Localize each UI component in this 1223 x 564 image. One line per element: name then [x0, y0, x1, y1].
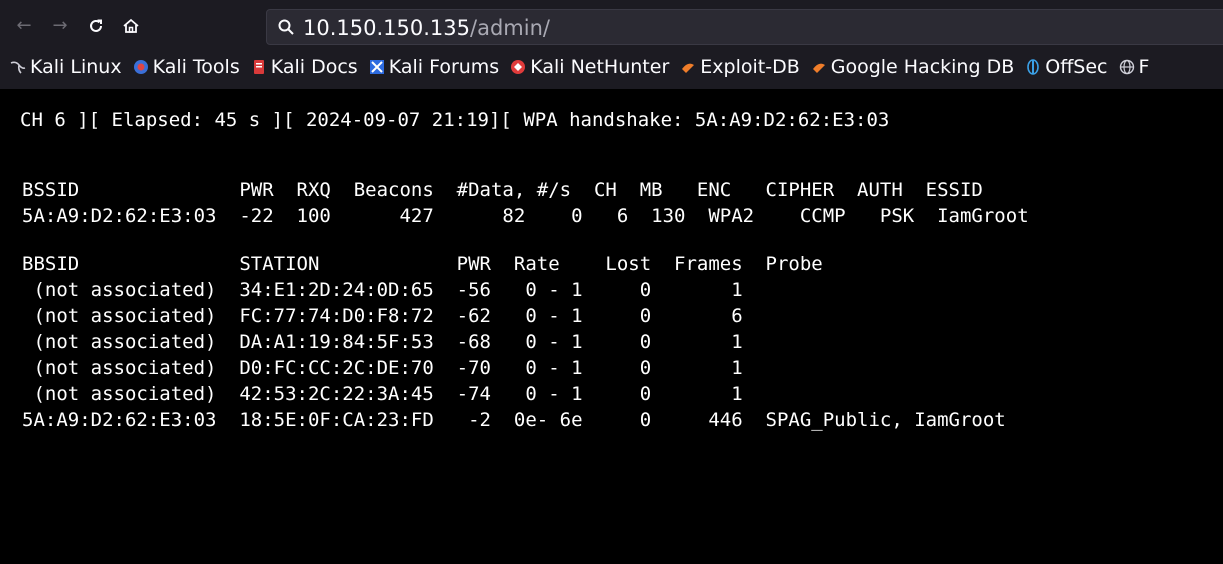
bookmark-label: Kali Tools [152, 55, 240, 78]
back-arrow-icon[interactable]: ← [10, 12, 38, 40]
kali-forums-icon [369, 59, 384, 74]
station-table-row: (not associated) 34:E1:2D:24:0D:65 -56 0… [22, 279, 743, 301]
url-path: /admin/ [470, 16, 550, 40]
url-text: 10.150.150.135/admin/ [303, 16, 550, 40]
ap-table-header: BSSID PWR RXQ Beacons #Data, #/s CH MB E… [22, 179, 983, 201]
status-line: CH 6 ][ Elapsed: 45 s ][ 2024-09-07 21:1… [20, 109, 890, 131]
station-table-row: (not associated) FC:77:74:D0:F8:72 -62 0… [22, 305, 743, 327]
bookmark-label: Kali Docs [270, 55, 358, 78]
station-table-header: BBSID STATION PWR Rate Lost Frames Probe [22, 253, 823, 275]
forward-arrow-icon[interactable]: → [46, 12, 74, 40]
bookmark-label: F [1138, 55, 1150, 78]
kali-tools-icon [133, 59, 148, 74]
station-table-row: (not associated) DA:A1:19:84:5F:53 -68 0… [22, 331, 743, 353]
kali-nethunter-icon [511, 59, 526, 74]
bookmark-kali-forums[interactable]: Kali Forums [369, 55, 500, 78]
kali-docs-icon [253, 59, 264, 74]
bookmark-overflow[interactable]: F [1119, 55, 1150, 78]
exploit-db-icon [682, 63, 695, 73]
navigation-bar: ← → 10.150.150.135/admin/ [0, 4, 1223, 48]
reload-icon[interactable] [82, 12, 110, 40]
bookmark-kali-docs[interactable]: Kali Docs [251, 56, 358, 78]
bookmark-kali-nethunter[interactable]: Kali NetHunter [510, 56, 669, 78]
search-icon [278, 19, 294, 35]
bookmark-label: Google Hacking DB [830, 55, 1015, 78]
home-icon[interactable] [117, 12, 145, 40]
url-host: 10.150.150.135 [303, 16, 470, 40]
offsec-icon [1027, 58, 1040, 75]
station-table-row: (not associated) 42:53:2C:22:3A:45 -74 0… [22, 383, 743, 405]
bookmark-exploit-db[interactable]: Exploit-DB [680, 55, 800, 78]
google-hacking-db-icon [812, 63, 825, 73]
terminal-output[interactable]: CH 6 ][ Elapsed: 45 s ][ 2024-09-07 21:1… [0, 89, 1223, 564]
station-table-row: 5A:A9:D2:62:E3:03 18:5E:0F:CA:23:FD -2 0… [22, 409, 1006, 431]
bookmark-label: Kali Forums [388, 55, 500, 78]
address-bar[interactable]: 10.150.150.135/admin/ [266, 9, 1223, 45]
bookmark-kali-linux[interactable]: Kali Linux [10, 56, 122, 78]
bookmarks-toolbar: Kali Linux Kali Tools Kali Docs Kali Forums… [10, 55, 1160, 83]
bookmark-label: OffSec [1045, 55, 1108, 78]
station-table-row: (not associated) D0:FC:CC:2C:DE:70 -70 0… [22, 357, 743, 379]
bookmark-google-hacking-db[interactable]: Google Hacking DB [811, 55, 1015, 78]
bookmark-label: Kali Linux [30, 55, 122, 78]
bookmark-label: Exploit-DB [700, 55, 800, 78]
ap-table-row: 5A:A9:D2:62:E3:03 -22 100 427 82 0 6 130… [22, 205, 1029, 227]
browser-toolbar: ← → 10.150.150.135/admin/ Kali Linux Kali… [0, 0, 1223, 89]
bookmark-label: Kali NetHunter [530, 55, 670, 78]
bookmark-offsec[interactable]: OffSec [1025, 55, 1108, 78]
kali-dragon-icon [10, 61, 26, 74]
globe-icon [1119, 59, 1134, 74]
bookmark-kali-tools[interactable]: Kali Tools [133, 56, 240, 78]
